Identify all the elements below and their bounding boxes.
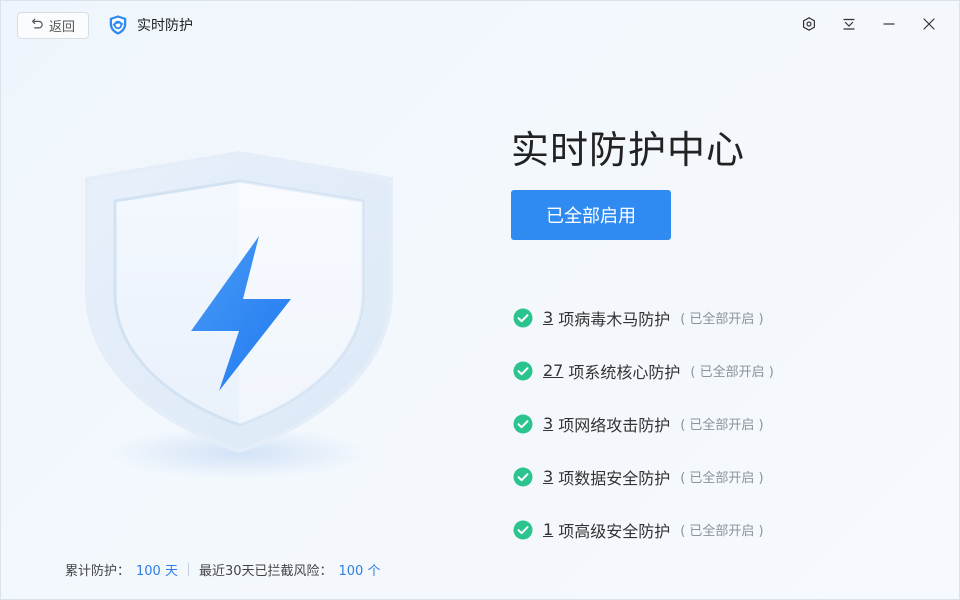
page-title: 实时防护中心 <box>511 128 746 172</box>
minimize-button[interactable] <box>871 11 907 39</box>
item-label: 项数据安全防护 <box>558 468 671 488</box>
app-title: 实时防护 <box>107 13 193 37</box>
item-status: ( 已全部开启 ) <box>680 312 764 327</box>
list-item: 3 项网络攻击防护 ( 已全部开启 ) <box>513 397 933 450</box>
minimize-icon <box>882 16 896 35</box>
settings-button[interactable] <box>791 11 827 39</box>
menu-icon <box>842 16 856 35</box>
check-circle-icon <box>513 361 533 381</box>
shield-logo-icon <box>107 14 129 36</box>
list-item: 27 项系统核心防护 ( 已全部开启 ) <box>513 344 933 397</box>
divider <box>187 563 189 576</box>
check-circle-icon <box>513 520 533 540</box>
back-arrow-icon <box>31 17 44 34</box>
protected-days-value[interactable]: 100 天 <box>136 560 178 579</box>
app-name: 实时防护 <box>137 18 193 34</box>
item-status: ( 已全部开启 ) <box>680 418 764 433</box>
item-count-link[interactable]: 3 <box>543 467 553 486</box>
back-label: 返回 <box>48 20 75 35</box>
item-label: 项系统核心防护 <box>568 362 681 382</box>
item-count-link[interactable]: 27 <box>543 361 563 380</box>
list-item: 3 项数据安全防护 ( 已全部开启 ) <box>513 450 933 503</box>
protected-days-label: 累计防护： <box>65 564 131 579</box>
blocked-risks-value[interactable]: 100 个 <box>339 560 381 579</box>
menu-button[interactable] <box>831 11 867 39</box>
settings-icon <box>802 16 816 35</box>
item-label: 项病毒木马防护 <box>558 309 671 329</box>
item-label: 项网络攻击防护 <box>558 415 671 435</box>
item-count-link[interactable]: 3 <box>543 414 553 433</box>
item-status: ( 已全部开启 ) <box>680 471 764 486</box>
back-button[interactable]: 返回 <box>17 12 89 39</box>
title-bar: 返回 实时防护 <box>1 1 959 49</box>
protection-list: 3 项病毒木马防护 ( 已全部开启 ) 27 项系统核心防护 ( 已全部开启 )… <box>513 291 933 556</box>
list-item: 1 项高级安全防护 ( 已全部开启 ) <box>513 503 933 556</box>
check-circle-icon <box>513 414 533 434</box>
item-count-link[interactable]: 3 <box>543 308 553 327</box>
item-count-link[interactable]: 1 <box>543 520 553 539</box>
list-item: 3 项病毒木马防护 ( 已全部开启 ) <box>513 291 933 344</box>
item-status: ( 已全部开启 ) <box>690 365 774 380</box>
item-label: 项高级安全防护 <box>558 521 671 541</box>
check-circle-icon <box>513 308 533 328</box>
close-icon <box>922 16 936 35</box>
stats-footer: 累计防护： 100 天 最近30天已拦截风险： 100 个 <box>65 560 380 579</box>
window-controls <box>791 11 947 39</box>
blocked-risks-label: 最近30天已拦截风险： <box>198 564 333 579</box>
enable-all-button[interactable]: 已全部启用 <box>511 190 671 240</box>
close-button[interactable] <box>911 11 947 39</box>
shield-illustration <box>71 141 411 491</box>
app-window: 返回 实时防护 实时防护中心 已全部启用 3 项病毒木马防护 (已全部开启)… <box>0 0 960 600</box>
check-circle-icon <box>513 467 533 487</box>
item-status: ( 已全部开启 ) <box>680 524 764 539</box>
